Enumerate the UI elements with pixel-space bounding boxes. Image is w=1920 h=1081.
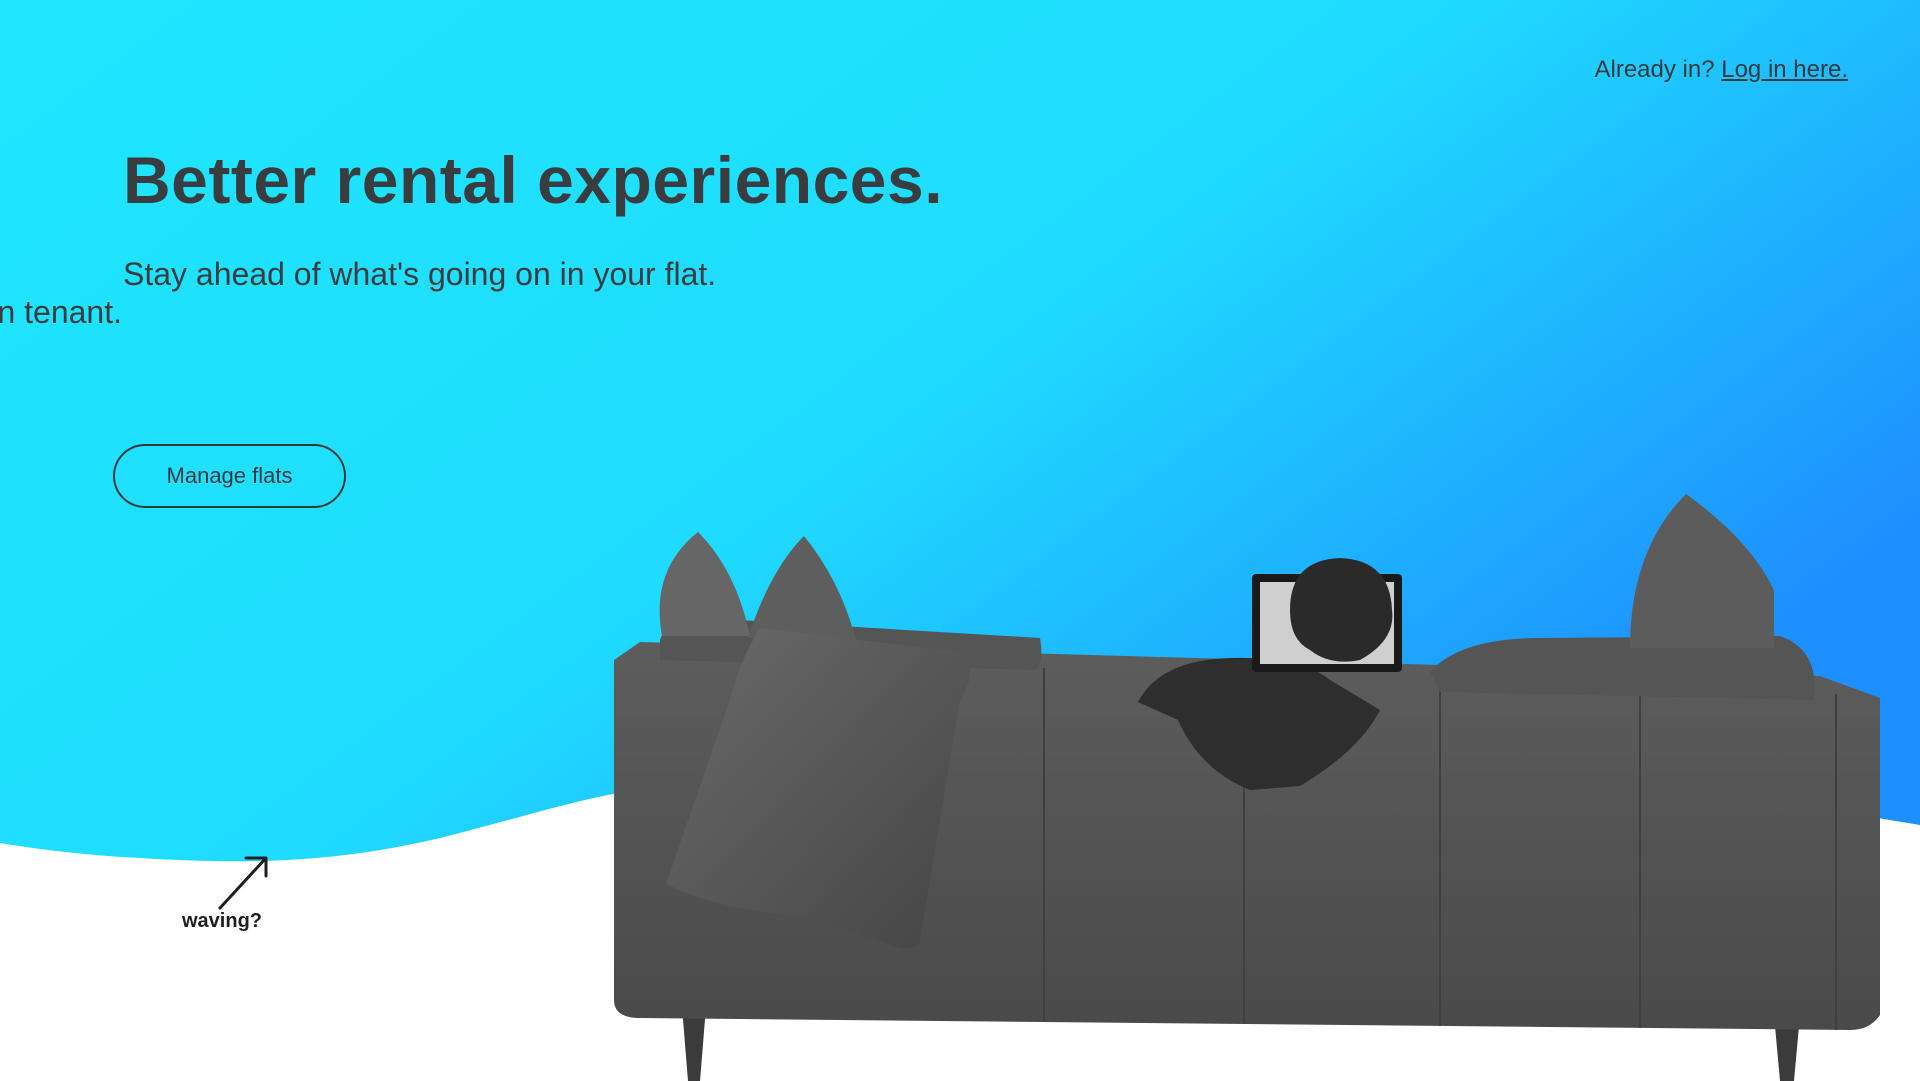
login-link[interactable]: Log in here. <box>1721 56 1848 83</box>
page-headline: Better rental experiences. <box>123 143 944 217</box>
landing-page: Already in? Log in here. Better rental e… <box>0 0 1920 1081</box>
pillow-left-2 <box>748 536 856 640</box>
login-prompt-text: Already in? <box>1594 56 1715 83</box>
pillow-right <box>1630 494 1774 648</box>
person-head <box>1290 558 1393 662</box>
login-prompt: Already in? Log in here. <box>1594 56 1848 84</box>
rotating-text-fragment: n tenant. <box>0 294 122 330</box>
sofa-photo <box>614 494 1880 1081</box>
manage-flats-button[interactable]: Manage flats <box>113 444 346 508</box>
page-subheadline: Stay ahead of what's going on in your fl… <box>123 256 717 292</box>
waving-annotation: waving? <box>182 910 263 932</box>
pillow-left-1 <box>659 532 750 636</box>
arrow-up-right-icon <box>218 856 268 910</box>
